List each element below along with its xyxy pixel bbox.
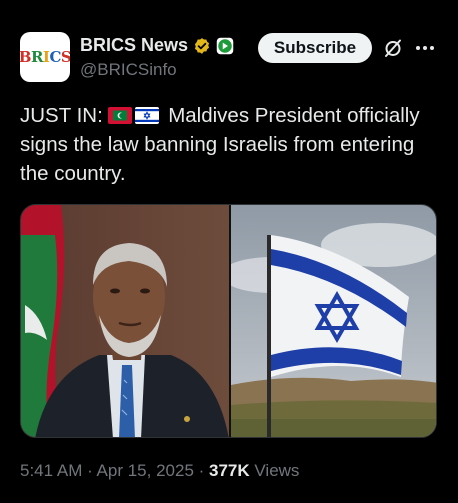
tweet-text: JUST IN: Maldives President officially s… (20, 101, 445, 188)
brics-logo: BRICS (20, 48, 70, 66)
views-label: Views (249, 461, 300, 480)
slashed-circle-icon[interactable] (383, 38, 403, 58)
more-dots-icon[interactable] (414, 38, 436, 58)
subscribe-button[interactable]: Subscribe (258, 33, 372, 63)
tweet[interactable]: BRICS BRICS News @BRICSinfo Subscribe JU… (0, 0, 458, 503)
author-name-row: BRICS News (80, 35, 234, 56)
display-name[interactable]: BRICS News (80, 35, 188, 56)
just-in-label: JUST IN: (20, 104, 103, 127)
author-handle[interactable]: @BRICSinfo (80, 60, 177, 80)
post-meta: 5:41 AM · Apr 15, 2025 · 377K Views (20, 461, 299, 481)
verified-badge-icon (194, 37, 210, 54)
maldives-flag-icon (108, 107, 133, 124)
israel-flag-photo (231, 205, 436, 437)
media-image[interactable] (20, 204, 437, 438)
post-date[interactable]: Apr 15, 2025 (97, 461, 194, 480)
meta-separator: · (82, 461, 97, 480)
israel-flag-icon (135, 107, 160, 124)
post-time[interactable]: 5:41 AM (20, 461, 82, 480)
views-count: 377K (209, 461, 250, 480)
meta-separator: · (193, 461, 210, 480)
affiliate-badge-icon (216, 37, 234, 54)
maldives-president-photo (21, 205, 229, 437)
avatar[interactable]: BRICS (20, 32, 70, 82)
